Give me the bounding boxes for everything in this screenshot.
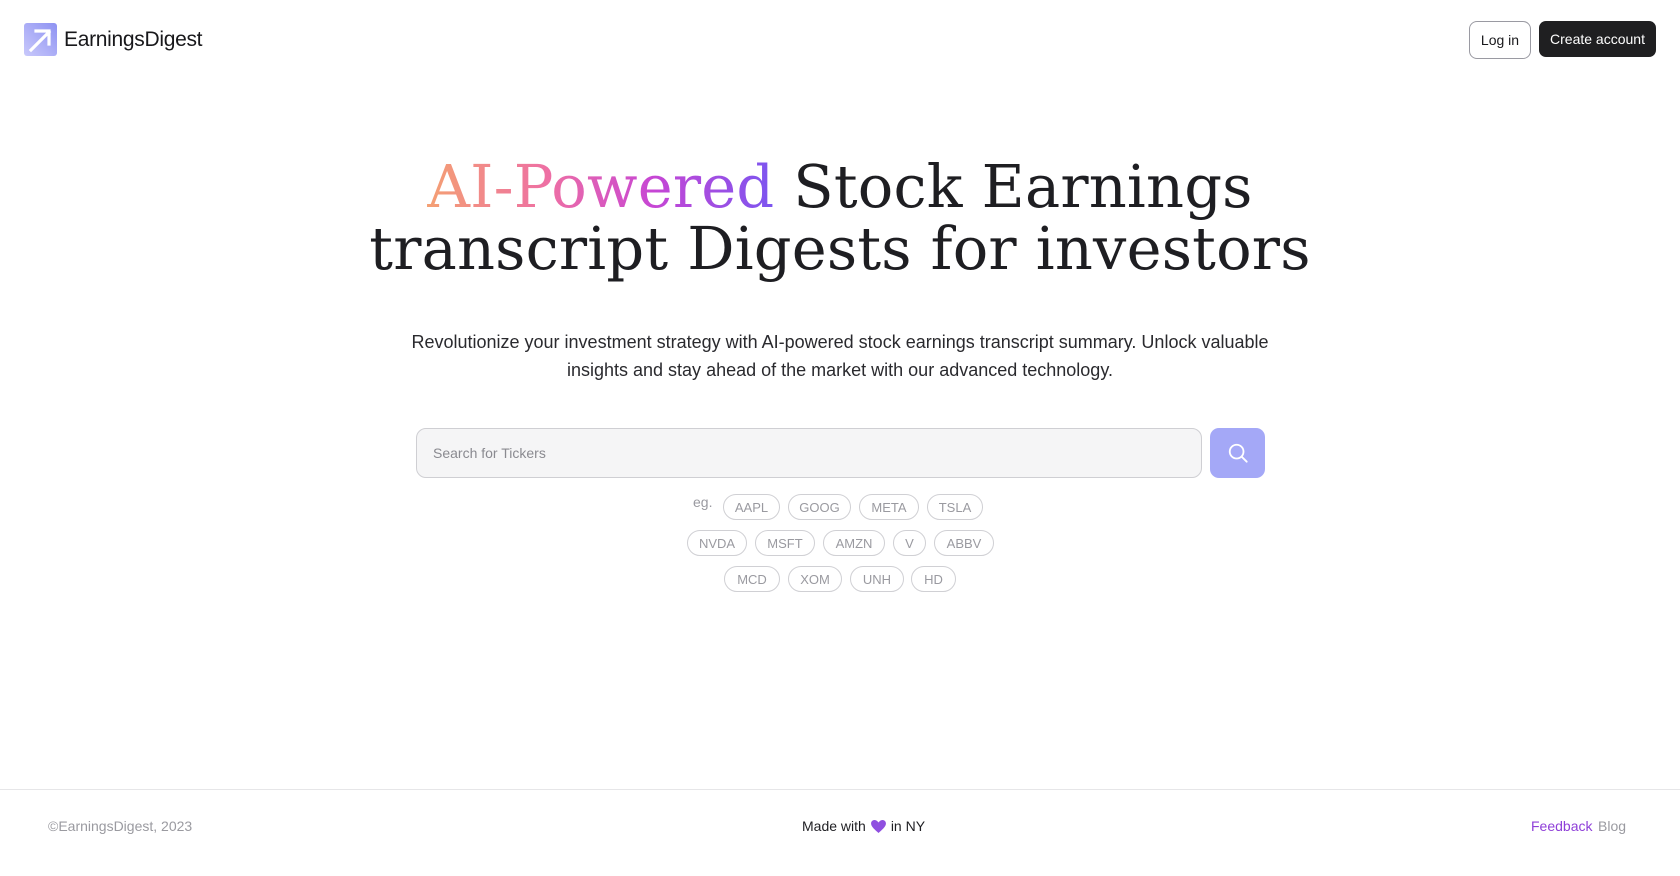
ticker-chip-unh[interactable]: UNH — [850, 566, 904, 592]
footer-made-with: Made with in NY — [802, 818, 925, 834]
hero-title-line2: transcript Digests for investors — [369, 214, 1311, 283]
footer-copyright: ©EarningsDigest, 2023 — [48, 818, 193, 834]
ticker-chip-amzn[interactable]: AMZN — [823, 530, 885, 556]
header: EarningsDigest Log in Create account — [0, 0, 1680, 80]
footer-divider — [0, 789, 1680, 790]
ticker-chip-v[interactable]: V — [893, 530, 926, 556]
ticker-chip-hd[interactable]: HD — [911, 566, 956, 592]
ticker-chip-meta[interactable]: META — [859, 494, 919, 520]
hero-title: AI-Powered Stock Earnings transcript Dig… — [340, 156, 1340, 280]
footer-feedback-link[interactable]: Feedback — [1531, 818, 1592, 834]
hero-title-line1: Stock Earnings — [774, 152, 1253, 221]
brand-name: EarningsDigest — [64, 27, 203, 51]
made-with-prefix: Made with — [802, 818, 866, 834]
search-icon — [1228, 443, 1248, 463]
made-with-suffix: in NY — [890, 818, 926, 834]
login-button[interactable]: Log in — [1469, 21, 1531, 59]
examples-label: eg. — [693, 494, 713, 510]
hero-title-highlight: AI-Powered — [427, 152, 775, 221]
hero-subtitle: Revolutionize your investment strategy w… — [411, 332, 1269, 380]
ticker-chip-xom[interactable]: XOM — [788, 566, 842, 592]
create-account-button[interactable]: Create account — [1539, 21, 1656, 57]
ticker-chip-aapl[interactable]: AAPL — [723, 494, 780, 520]
ticker-search-input[interactable] — [416, 428, 1202, 478]
arrow-up-right-logo-icon — [24, 23, 57, 56]
search-button[interactable] — [1210, 428, 1265, 478]
ticker-chip-mcd[interactable]: MCD — [724, 566, 780, 592]
ticker-chip-nvda[interactable]: NVDA — [687, 530, 747, 556]
ticker-chip-tsla[interactable]: TSLA — [927, 494, 983, 520]
brand-logo[interactable]: EarningsDigest — [24, 23, 203, 56]
ticker-chip-goog[interactable]: GOOG — [788, 494, 851, 520]
heart-icon — [870, 819, 886, 833]
ticker-chip-abbv[interactable]: ABBV — [934, 530, 994, 556]
ticker-chip-msft[interactable]: MSFT — [755, 530, 815, 556]
footer-blog-link[interactable]: Blog — [1598, 818, 1626, 834]
